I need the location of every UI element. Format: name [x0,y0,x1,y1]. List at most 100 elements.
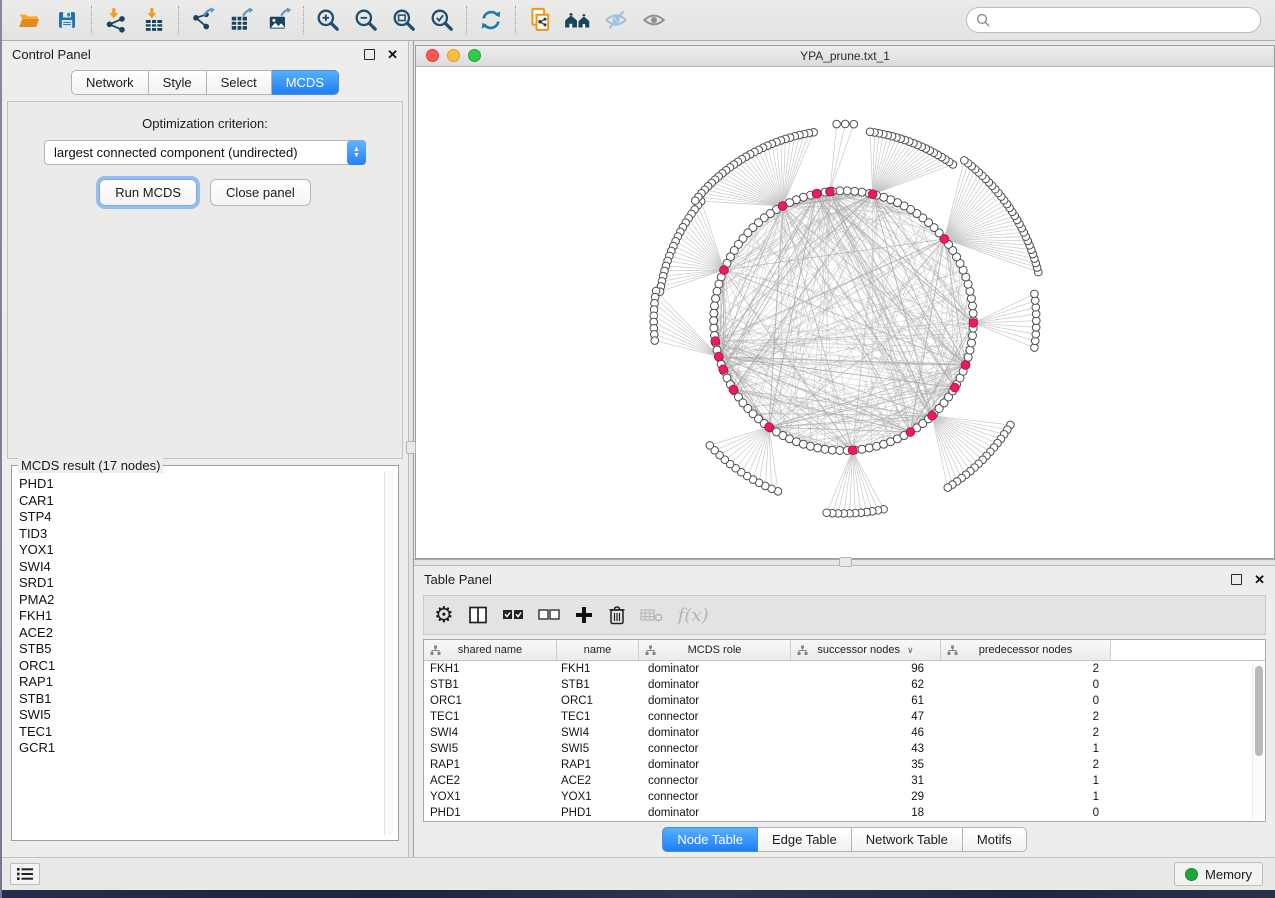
import-table-button[interactable] [135,4,173,36]
zoom-selected-button[interactable] [423,4,461,36]
table-scrollbar[interactable] [1252,662,1263,819]
first-neighbors-button[interactable] [559,4,597,36]
tab-network-table[interactable]: Network Table [852,827,963,852]
duplicate-network-button[interactable] [521,4,559,36]
mcds-result-list[interactable]: PHD1CAR1STP4TID3YOX1SWI4SRD1PMA2FKH1ACE2… [12,470,398,836]
zoom-out-button[interactable] [347,4,385,36]
search-input[interactable] [996,13,1251,28]
mcds-result-item[interactable]: TEC1 [19,724,396,741]
add-column-button[interactable] [574,601,594,629]
column-type-icon [947,645,958,656]
column-header-name[interactable]: name [557,640,639,660]
table-cell: 46 [791,725,941,741]
mcds-result-item[interactable]: TID3 [19,526,396,543]
mcds-result-item[interactable]: YOX1 [19,542,396,559]
column-header-mcds-role[interactable]: MCDS role [639,640,791,660]
node-table-body: FKH1FKH1dominator962STB1STB1dominator620… [424,661,1251,821]
mcds-result-item[interactable]: FKH1 [19,608,396,625]
delete-column-button[interactable] [608,601,626,629]
divider-grip-icon[interactable] [839,557,852,567]
mcds-list-scrollbar[interactable] [384,471,394,835]
column-header-successor-nodes[interactable]: successor nodes ∨ [791,640,941,660]
export-table-button[interactable] [222,4,260,36]
tab-mcds[interactable]: MCDS [272,70,339,95]
close-panel-icon[interactable]: ✕ [387,49,398,60]
table-cell: 29 [791,789,941,805]
table-row[interactable]: FKH1FKH1dominator962 [424,661,1251,677]
vertical-split-divider[interactable] [408,41,414,857]
table-row[interactable]: RAP1RAP1dominator352 [424,757,1251,773]
show-columns-button[interactable] [468,601,488,629]
table-row[interactable]: ACE2ACE2connector311 [424,773,1251,789]
zoom-fit-button[interactable] [385,4,423,36]
mcds-result-item[interactable]: ACE2 [19,625,396,642]
save-icon [55,8,79,32]
table-cell: TEC1 [424,709,557,725]
trash-icon [608,605,626,625]
column-label: predecessor nodes [979,644,1073,656]
mcds-result-item[interactable]: SWI4 [19,559,396,576]
mcds-result-item[interactable]: SRD1 [19,575,396,592]
tab-motifs[interactable]: Motifs [963,827,1027,852]
network-canvas[interactable] [416,67,1274,558]
hide-selected-button[interactable] [597,4,635,36]
mcds-result-item[interactable]: STB1 [19,691,396,708]
divider-grip-icon[interactable] [406,441,416,454]
export-network-button[interactable] [184,4,222,36]
table-scrollbar-thumb[interactable] [1255,666,1263,756]
table-settings-button[interactable]: ⚙ [434,601,454,629]
tab-select[interactable]: Select [207,70,272,95]
mcds-result-item[interactable]: PHD1 [19,476,396,493]
table-cell: FKH1 [557,661,639,677]
column-label: shared name [458,644,522,656]
column-header-shared-name[interactable]: shared name [424,640,557,660]
criterion-select[interactable]: largest connected component (undirected)… [44,140,366,165]
node-table: shared name name MCDS role [423,639,1266,822]
table-cell: STB1 [557,677,639,693]
tab-node-table[interactable]: Node Table [662,827,758,852]
tab-network[interactable]: Network [71,70,149,95]
run-mcds-button[interactable]: Run MCDS [99,179,197,206]
mcds-result-item[interactable]: RAP1 [19,674,396,691]
search-field[interactable] [966,7,1261,33]
mcds-result-item[interactable]: GCR1 [19,740,396,757]
mcds-result-item[interactable]: PMA2 [19,592,396,609]
table-cell: 1 [941,741,1111,757]
float-panel-icon[interactable] [364,49,375,60]
table-row[interactable]: STB1STB1dominator620 [424,677,1251,693]
table-row[interactable]: ORC1ORC1dominator610 [424,693,1251,709]
tab-style[interactable]: Style [149,70,207,95]
table-cell: 96 [791,661,941,677]
table-row[interactable]: TEC1TEC1connector472 [424,709,1251,725]
close-panel-button[interactable]: Close panel [210,179,311,206]
table-row[interactable]: YOX1YOX1connector291 [424,789,1251,805]
save-session-button[interactable] [48,4,86,36]
mcds-result-item[interactable]: SWI5 [19,707,396,724]
horizontal-split-divider[interactable] [414,559,1275,566]
import-network-button[interactable] [97,4,135,36]
tab-edge-table[interactable]: Edge Table [758,827,852,852]
task-history-button[interactable] [10,863,40,885]
mcds-result-item[interactable]: ORC1 [19,658,396,675]
select-all-rows-button[interactable] [502,601,524,629]
mcds-result-item[interactable]: CAR1 [19,493,396,510]
show-all-button[interactable] [635,4,673,36]
columns-icon [468,605,488,625]
export-image-button[interactable] [260,4,298,36]
zoom-in-button[interactable] [309,4,347,36]
refresh-layout-button[interactable] [472,4,510,36]
open-session-button[interactable] [10,4,48,36]
table-row[interactable]: PHD1PHD1dominator180 [424,805,1251,821]
network-titlebar[interactable]: YPA_prune.txt_1 [416,46,1274,67]
column-header-predecessor-nodes[interactable]: predecessor nodes [941,640,1111,660]
table-row[interactable]: SWI4SWI4dominator462 [424,725,1251,741]
network-graph[interactable] [416,67,1274,558]
close-panel-icon[interactable]: ✕ [1254,574,1265,585]
delete-table-button-disabled [640,601,664,629]
deselect-all-rows-button[interactable] [538,601,560,629]
float-panel-icon[interactable] [1231,574,1242,585]
memory-button[interactable]: Memory [1174,862,1263,886]
mcds-result-item[interactable]: STP4 [19,509,396,526]
mcds-result-item[interactable]: STB5 [19,641,396,658]
table-row[interactable]: SWI5SWI5connector431 [424,741,1251,757]
